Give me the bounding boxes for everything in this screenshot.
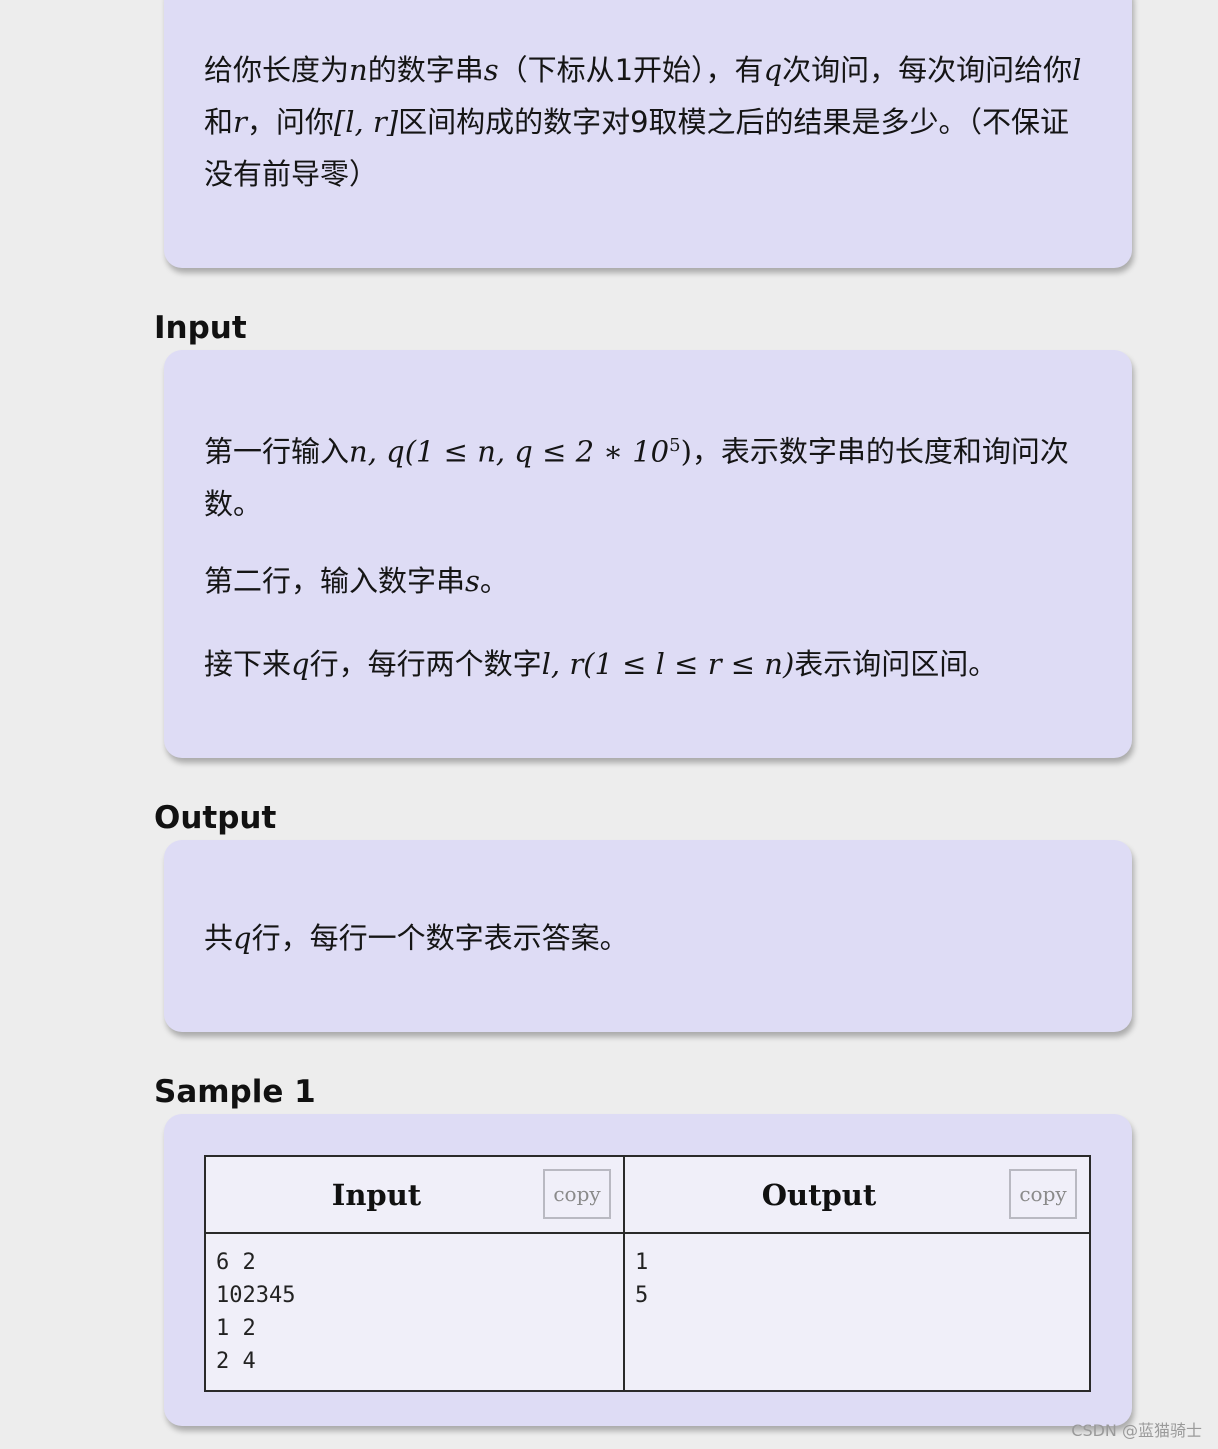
input-line-2: 第二行，输入数字串s。 — [204, 564, 509, 598]
sample-input-text[interactable]: 6 2 102345 1 2 2 4 — [204, 1232, 625, 1392]
input-heading: Input — [154, 310, 247, 346]
sample-output-text[interactable]: 1 5 — [623, 1232, 1091, 1392]
description-text: 给你长度为n的数字串s（下标从1开始），有q次询问，每次询问给你l和r，问你[l… — [204, 53, 1082, 191]
sample-table: Input copy Output copy 6 2 102345 1 2 2 … — [204, 1155, 1091, 1392]
sample-input-label: Input — [331, 1177, 422, 1212]
sample-heading: Sample 1 — [154, 1074, 316, 1110]
sample-output-header: Output copy — [623, 1155, 1091, 1234]
copy-output-button[interactable]: copy — [1009, 1169, 1077, 1219]
input-card: 第一行输入n, q(1 ≤ n, q ≤ 2 ∗ 105)，表示数字串的长度和询… — [164, 350, 1132, 758]
sample-input-header: Input copy — [204, 1155, 625, 1234]
sample-card: Input copy Output copy 6 2 102345 1 2 2 … — [164, 1114, 1132, 1426]
output-heading: Output — [154, 800, 277, 836]
description-card: 给你长度为n的数字串s（下标从1开始），有q次询问，每次询问给你l和r，问你[l… — [164, 0, 1132, 268]
sample-output-label: Output — [761, 1177, 877, 1212]
input-line-1: 第一行输入n, q(1 ≤ n, q ≤ 2 ∗ 105)，表示数字串的长度和询… — [204, 434, 1069, 521]
output-line: 共q行，每行一个数字表示答案。 — [204, 921, 629, 955]
copy-input-button[interactable]: copy — [543, 1169, 611, 1219]
input-line-3: 接下来q行，每行两个数字l, r(1 ≤ l ≤ r ≤ n)表示询问区间。 — [204, 647, 998, 681]
watermark: CSDN @蓝猫骑士 — [1071, 1421, 1202, 1440]
output-card: 共q行，每行一个数字表示答案。 — [164, 840, 1132, 1032]
